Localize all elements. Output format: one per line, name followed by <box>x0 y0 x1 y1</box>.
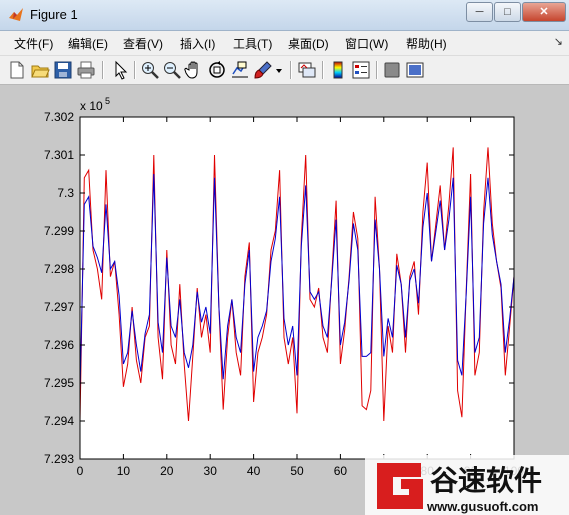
x-tick-label: 10 <box>117 464 131 478</box>
y-tick-label: 7.295 <box>44 376 74 390</box>
y-tick-label: 7.302 <box>44 110 74 124</box>
new-figure-icon[interactable] <box>7 60 27 80</box>
toolbar-separator <box>322 61 324 79</box>
close-button[interactable]: ✕ <box>522 2 566 22</box>
menu-file[interactable]: 文件(F) <box>14 35 53 52</box>
watermark-url: www.gusuoft.com <box>426 499 538 514</box>
open-file-icon[interactable] <box>30 60 50 80</box>
figure-canvas[interactable]: 01020304050607080901007.2937.2947.2957.2… <box>0 85 569 515</box>
menu-help[interactable]: 帮助(H) <box>406 35 447 52</box>
link-plot-icon[interactable] <box>297 60 317 80</box>
y-tick-label: 7.296 <box>44 338 74 352</box>
figure-toolbar <box>0 56 569 85</box>
hide-plot-tools-icon[interactable] <box>382 60 402 80</box>
menu-desktop[interactable]: 桌面(D) <box>288 35 329 52</box>
maximize-button[interactable]: □ <box>494 2 521 22</box>
window-title: Figure 1 <box>30 7 78 22</box>
save-icon[interactable] <box>53 60 73 80</box>
y-tick-label: 7.301 <box>44 148 74 162</box>
x-tick-label: 30 <box>204 464 218 478</box>
brush-icon[interactable] <box>253 60 273 80</box>
line-chart: 01020304050607080901007.2937.2947.2957.2… <box>44 96 524 478</box>
y-tick-label: 7.297 <box>44 300 74 314</box>
y-exponent-label: x 10 <box>80 99 103 113</box>
menu-view[interactable]: 查看(V) <box>123 35 163 52</box>
zoom-out-icon[interactable] <box>162 60 182 80</box>
menu-window[interactable]: 窗口(W) <box>345 35 388 52</box>
y-tick-label: 7.294 <box>44 414 74 428</box>
toolbar-separator <box>376 61 378 79</box>
rotate-3d-icon[interactable] <box>207 60 227 80</box>
x-tick-label: 0 <box>77 464 84 478</box>
matlab-logo-icon <box>9 8 23 21</box>
pointer-icon[interactable] <box>110 60 130 80</box>
print-icon[interactable] <box>76 60 96 80</box>
x-tick-label: 60 <box>334 464 348 478</box>
y-tick-label: 7.298 <box>44 262 74 276</box>
y-exponent-power: 5 <box>105 96 110 106</box>
menu-overflow-icon[interactable]: ↘ <box>554 35 563 48</box>
toolbar-separator <box>102 61 104 79</box>
menu-tools[interactable]: 工具(T) <box>233 35 272 52</box>
y-tick-label: 7.293 <box>44 452 74 466</box>
x-tick-label: 40 <box>247 464 261 478</box>
x-tick-label: 20 <box>160 464 174 478</box>
pan-hand-icon[interactable] <box>184 60 204 80</box>
menu-edit[interactable]: 编辑(E) <box>68 35 108 52</box>
brush-dropdown-icon[interactable] <box>274 60 284 80</box>
menu-bar: 文件(F) 编辑(E) 查看(V) 插入(I) 工具(T) 桌面(D) 窗口(W… <box>0 31 569 56</box>
gusuoft-watermark: 谷速软件 www.gusuoft.com <box>365 455 569 515</box>
menu-insert[interactable]: 插入(I) <box>180 35 215 52</box>
data-cursor-icon[interactable] <box>230 60 250 80</box>
toolbar-separator <box>134 61 136 79</box>
watermark-brand: 谷速软件 <box>430 464 542 497</box>
y-tick-label: 7.3 <box>57 186 74 200</box>
toolbar-separator <box>290 61 292 79</box>
window-titlebar[interactable]: Figure 1 ─ □ ✕ <box>0 0 569 31</box>
x-tick-label: 50 <box>290 464 304 478</box>
minimize-button[interactable]: ─ <box>466 2 493 22</box>
colorbar-icon[interactable] <box>328 60 348 80</box>
legend-icon[interactable] <box>351 60 371 80</box>
show-plot-tools-icon[interactable] <box>405 60 425 80</box>
zoom-in-icon[interactable] <box>140 60 160 80</box>
y-tick-label: 7.299 <box>44 224 74 238</box>
